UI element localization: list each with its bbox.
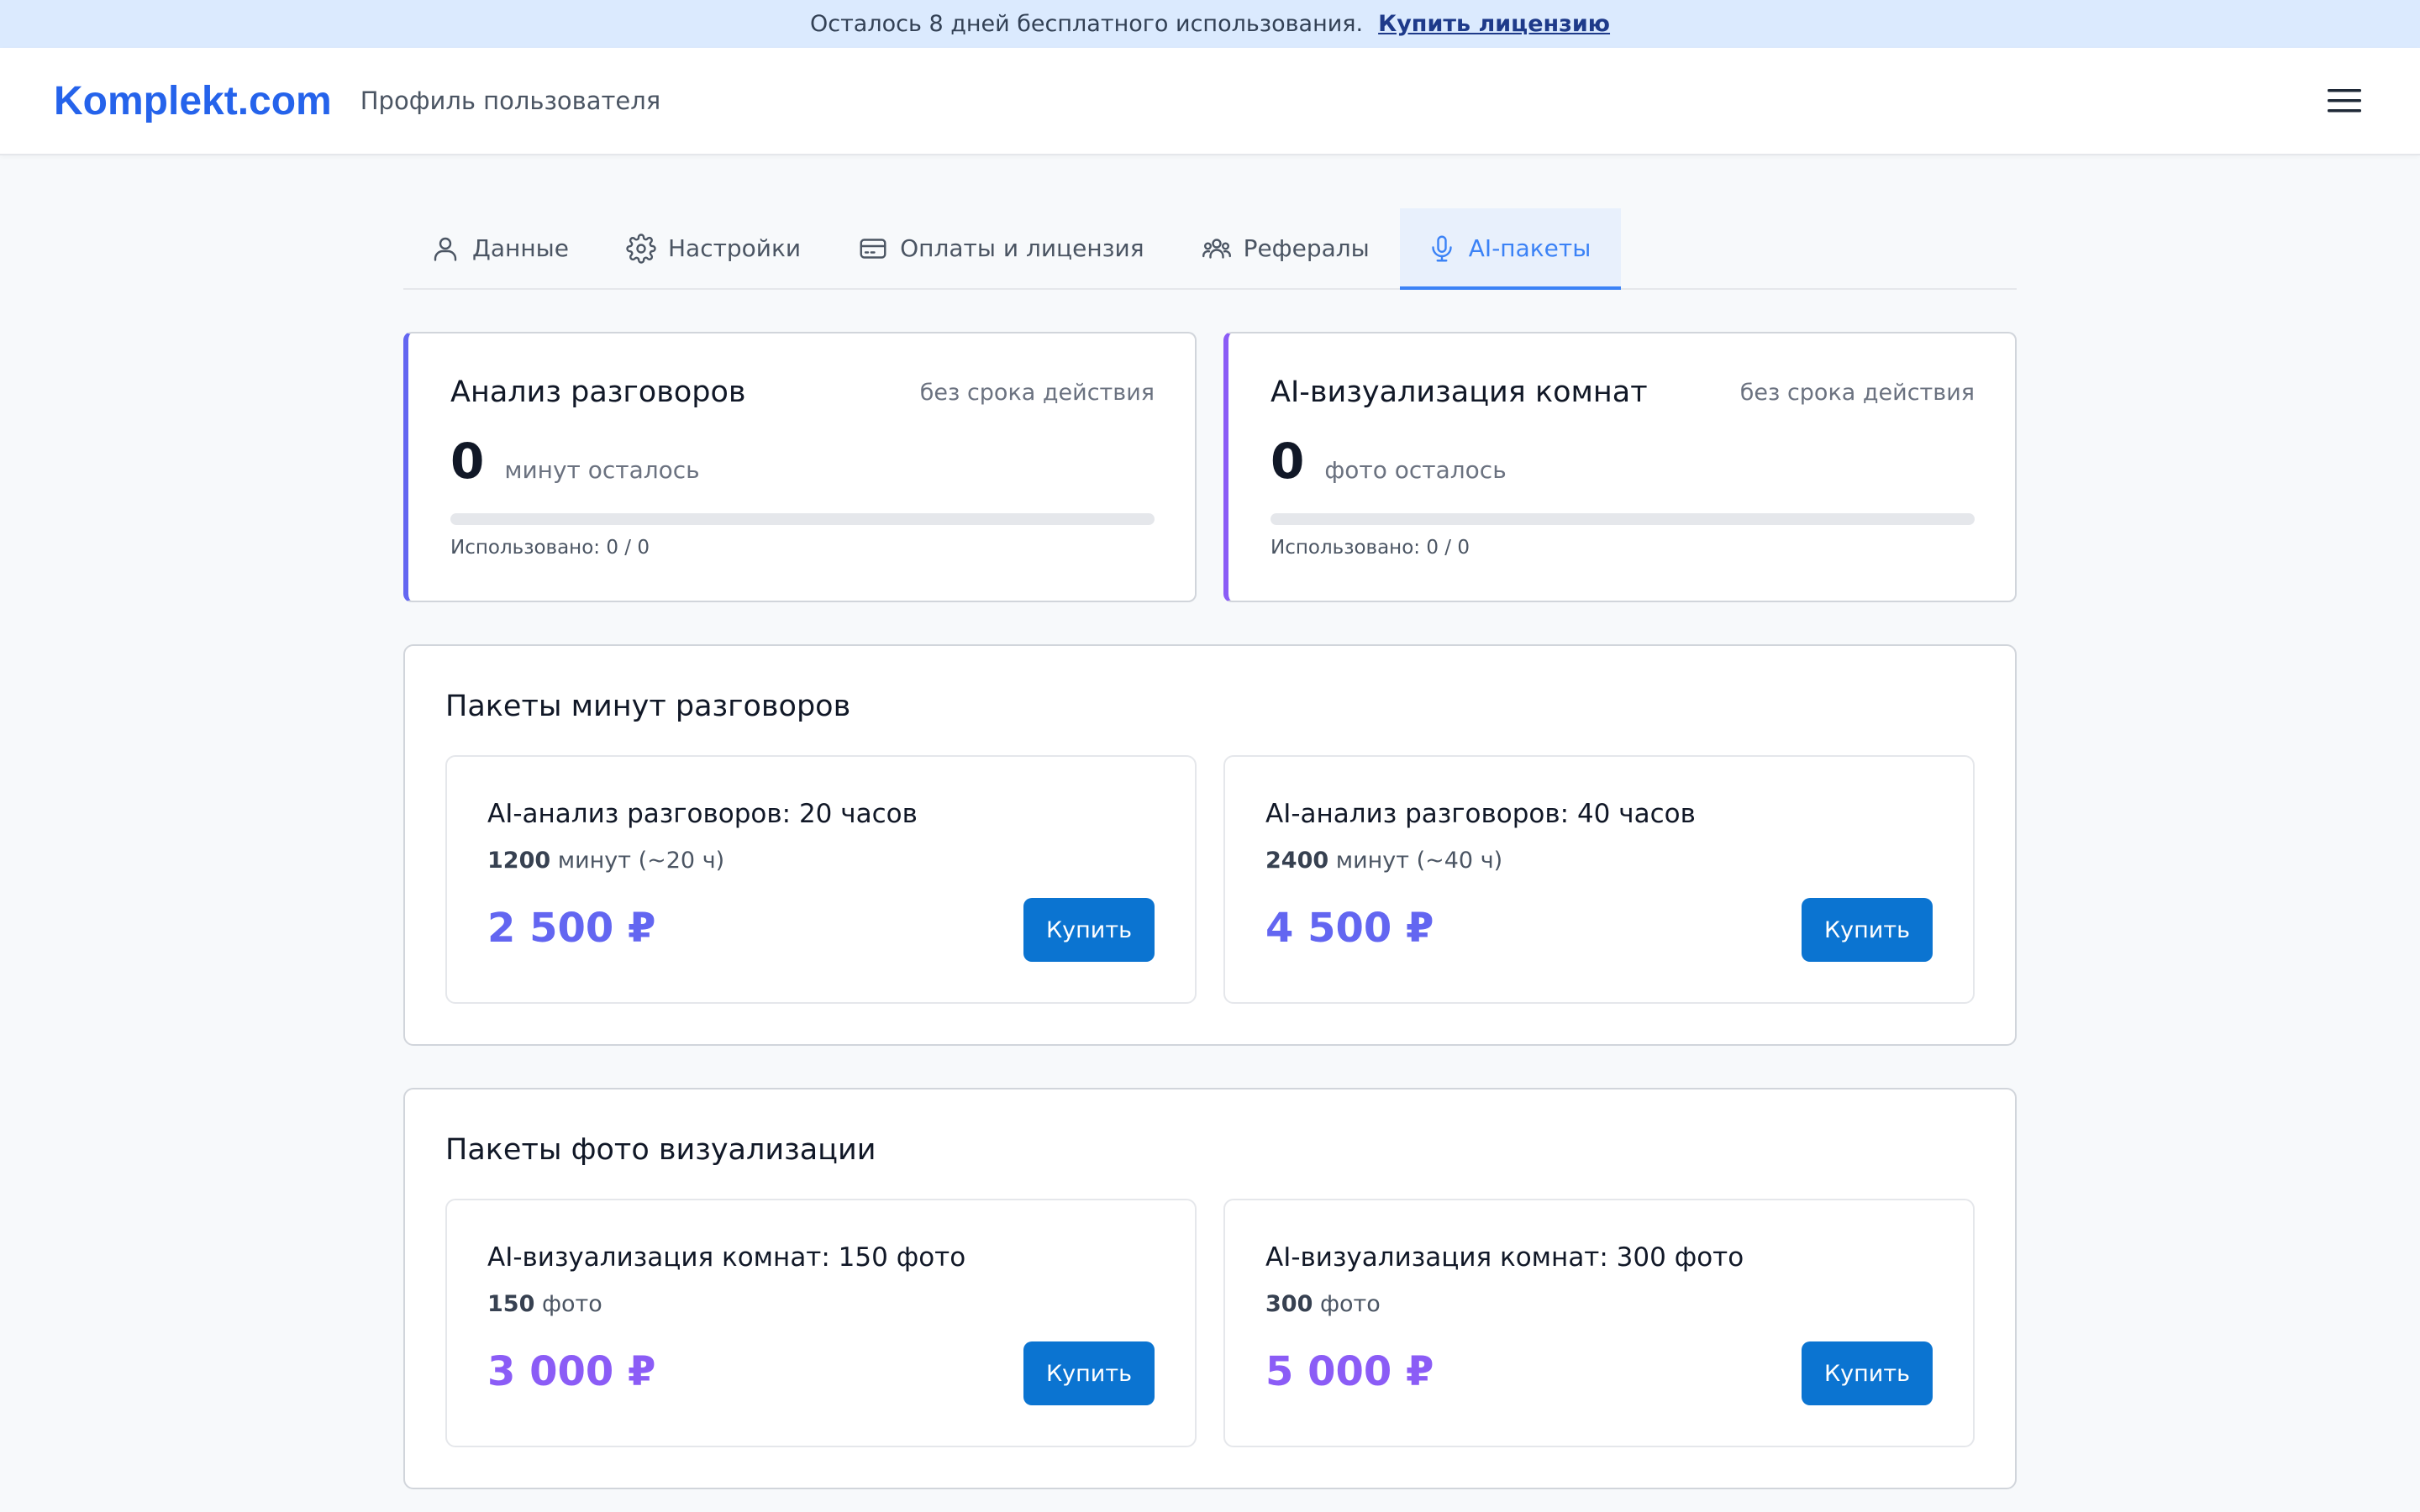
package-title: AI-анализ разговоров: 40 часов (1265, 799, 1696, 829)
usage-title: Анализ разговоров (450, 375, 746, 409)
usage-count: 0 (1270, 433, 1305, 490)
usage-unit: фото осталось (1324, 456, 1507, 484)
section-title: Пакеты фото визуализации (445, 1133, 876, 1167)
package-title: AI-визуализация комнат: 300 фото (1265, 1242, 1744, 1273)
section-title: Пакеты минут разговоров (445, 690, 851, 723)
package-amount-value: 300 (1265, 1291, 1313, 1317)
usage-summary: Анализ разговоров без срока действия 0 м… (403, 332, 2017, 602)
buy-button[interactable]: Купить (1023, 898, 1155, 962)
minutes-packages-section: Пакеты минут разговоров AI-анализ разгов… (403, 644, 2017, 1046)
package-card: AI-анализ разговоров: 20 часов 1200 мину… (445, 755, 1197, 1004)
page-title: Профиль пользователя (360, 87, 661, 115)
microphone-icon (1432, 235, 1452, 261)
trial-banner: Осталось 8 дней бесплатного использовани… (0, 0, 2420, 48)
usage-unit: минут осталось (504, 456, 700, 484)
tab-label: Рефералы (1243, 234, 1370, 262)
app-header: Komplekt.com Профиль пользователя (0, 48, 2420, 155)
profile-tabs: Данные Настройки Оплаты и лицензия Рефер… (403, 208, 2017, 290)
usage-title: AI-визуализация комнат (1270, 375, 1648, 409)
buy-button[interactable]: Купить (1802, 1341, 1933, 1405)
tab-referrals[interactable]: Рефералы (1175, 208, 1400, 288)
tab-data[interactable]: Данные (403, 208, 599, 288)
usage-card-minutes: Анализ разговоров без срока действия 0 м… (403, 332, 1197, 602)
package-amount-unit: фото (534, 1291, 602, 1317)
hamburger-icon (2328, 89, 2361, 113)
buy-button[interactable]: Купить (1802, 898, 1933, 962)
package-amount-value: 150 (487, 1291, 535, 1317)
usage-progress-bar (1270, 513, 1975, 525)
tab-label: Данные (472, 234, 569, 262)
package-price: 2 500 ₽ (487, 905, 656, 952)
buy-license-link[interactable]: Купить лицензию (1378, 11, 1610, 37)
package-amount-value: 2400 (1265, 848, 1329, 874)
package-card: AI-визуализация комнат: 300 фото 300 фот… (1223, 1199, 1975, 1447)
package-amount-value: 1200 (487, 848, 551, 874)
package-title: AI-анализ разговоров: 20 часов (487, 799, 918, 829)
package-amount: 2400 минут (~40 ч) (1265, 848, 1933, 874)
package-amount-unit: фото (1313, 1291, 1381, 1317)
users-icon (1202, 238, 1231, 259)
package-title: AI-визуализация комнат: 150 фото (487, 1242, 966, 1273)
usage-used: Использовано: 0 / 0 (450, 537, 650, 559)
package-amount: 1200 минут (~20 ч) (487, 848, 1155, 874)
usage-validity: без срока действия (1739, 379, 1975, 406)
tab-label: Оплаты и лицензия (900, 234, 1144, 262)
package-card: AI-визуализация комнат: 150 фото 150 фот… (445, 1199, 1197, 1447)
usage-progress-bar (450, 513, 1155, 525)
usage-count: 0 (450, 433, 485, 490)
package-card: AI-анализ разговоров: 40 часов 2400 мину… (1223, 755, 1975, 1004)
usage-card-photos: AI-визуализация комнат без срока действи… (1223, 332, 2017, 602)
hamburger-menu-button[interactable] (2319, 76, 2370, 126)
package-amount: 150 фото (487, 1291, 1155, 1317)
package-price: 4 500 ₽ (1265, 905, 1434, 952)
package-amount: 300 фото (1265, 1291, 1933, 1317)
brand-logo[interactable]: Komplekt.com (54, 78, 332, 124)
package-amount-unit: минут (~40 ч) (1328, 848, 1503, 874)
profile-content: Данные Настройки Оплаты и лицензия Рефер… (403, 208, 2017, 1489)
tab-payments[interactable]: Оплаты и лицензия (831, 208, 1174, 288)
package-price: 3 000 ₽ (487, 1348, 656, 1395)
buy-button[interactable]: Купить (1023, 1341, 1155, 1405)
usage-used: Использовано: 0 / 0 (1270, 537, 1470, 559)
package-amount-unit: минут (~20 ч) (550, 848, 725, 874)
tab-ai-packages[interactable]: AI-пакеты (1399, 208, 1622, 290)
user-icon (434, 237, 457, 261)
credit-card-icon (860, 238, 886, 259)
photo-packages-section: Пакеты фото визуализации AI-визуализация… (403, 1088, 2017, 1489)
package-price: 5 000 ₽ (1265, 1348, 1434, 1395)
tab-label: Настройки (667, 234, 802, 262)
trial-banner-text: Осталось 8 дней бесплатного использовани… (809, 11, 1364, 37)
tab-settings[interactable]: Настройки (599, 208, 831, 288)
gear-icon (626, 233, 656, 264)
usage-validity: без срока действия (919, 379, 1155, 406)
tab-label: AI-пакеты (1468, 234, 1591, 262)
